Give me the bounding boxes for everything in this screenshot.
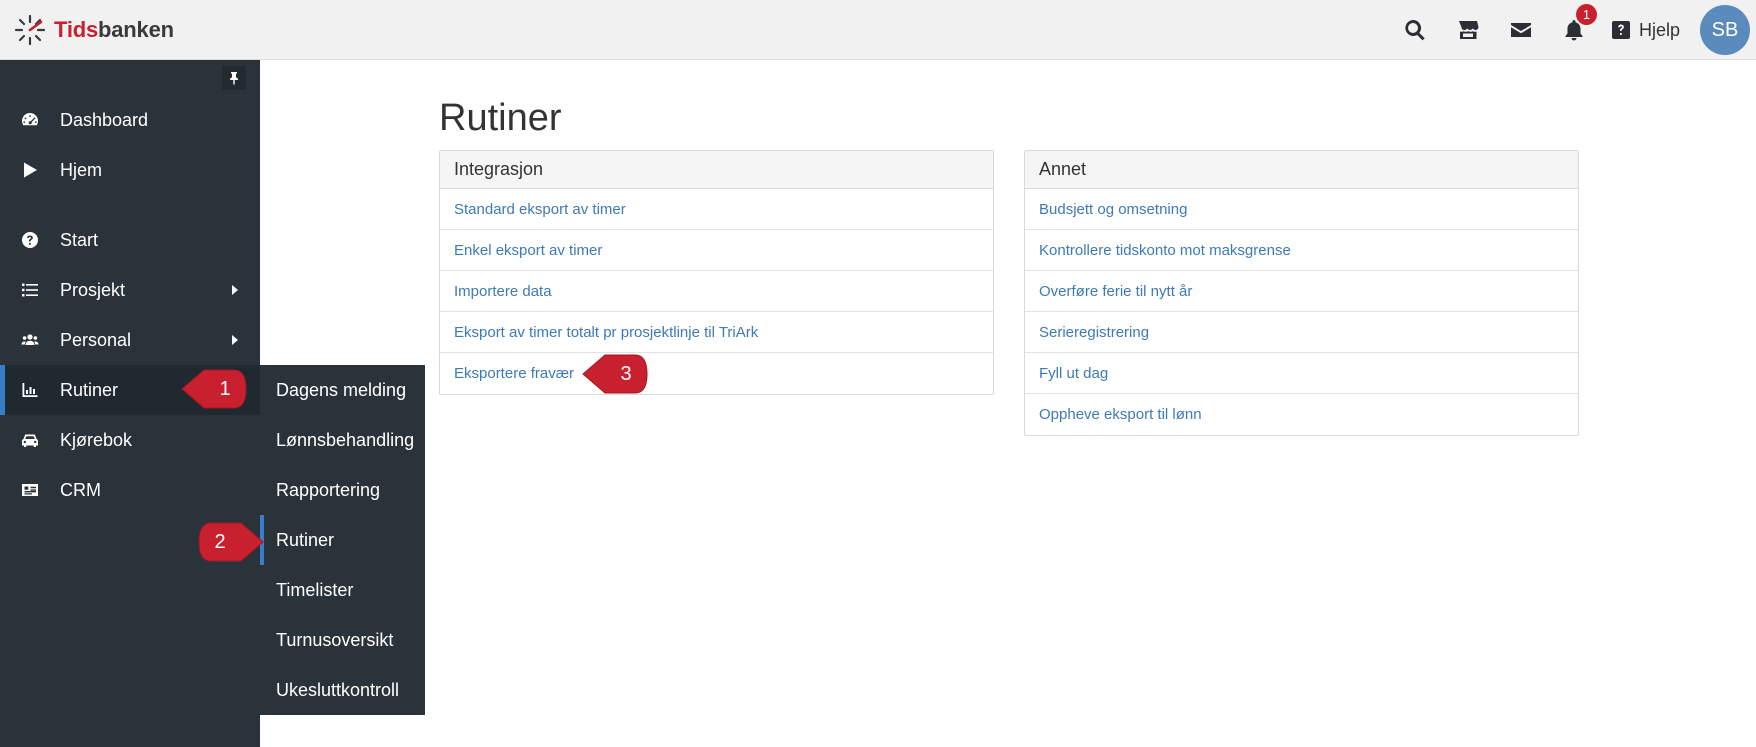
clock-logo-icon [14, 14, 46, 46]
submenu-item-label: Timelister [276, 579, 354, 600]
play-icon [20, 160, 40, 180]
link-kontrollere-tidskonto[interactable]: Kontrollere tidskonto mot maksgrense [1025, 230, 1578, 271]
sidebar-item-label: Prosjekt [60, 279, 126, 300]
link-fyll-ut-dag[interactable]: Fyll ut dag [1025, 353, 1578, 394]
page-title: Rutiner [439, 97, 562, 139]
callout-2: 2 [197, 521, 264, 563]
sidebar-item-label: Rutiner [60, 379, 119, 400]
callout-3: 3 [582, 353, 649, 395]
submenu-item-rutiner[interactable]: Rutiner [260, 515, 425, 565]
store-button[interactable] [1442, 0, 1495, 60]
submenu-item-label: Dagens melding [276, 379, 407, 400]
link-oppheve-eksport[interactable]: Oppheve eksport til lønn [1025, 394, 1578, 435]
top-bar: Tidsbanken 1 Hjelp SB [0, 0, 1756, 60]
panel-heading: Integrasjon [440, 151, 993, 189]
chevron-right-icon [232, 335, 238, 345]
sidebar-item-start[interactable]: Start [0, 215, 260, 265]
callout-number: 3 [620, 362, 632, 385]
link-importere-data[interactable]: Importere data [440, 271, 993, 312]
sidebar-item-crm[interactable]: CRM [0, 465, 260, 515]
help-button[interactable]: Hjelp [1601, 0, 1692, 60]
submenu-item-label: Turnusoversikt [276, 629, 394, 650]
sidebar-item-label: Kjørebok [60, 429, 133, 450]
link-standard-eksport-av-timer[interactable]: Standard eksport av timer [440, 189, 993, 230]
question-circle-icon [20, 230, 40, 250]
callout-number: 2 [214, 530, 226, 553]
thumbtack-icon [230, 72, 238, 85]
chevron-right-icon [232, 285, 238, 295]
submenu-item-timelister[interactable]: Timelister [260, 565, 425, 615]
annet-panel: Annet Budsjett og omsetning Kontrollere … [1024, 150, 1579, 436]
question-square-icon [1611, 21, 1630, 39]
notification-badge: 1 [1575, 4, 1597, 25]
submenu-item-dagens-melding[interactable]: Dagens melding [260, 365, 425, 415]
envelope-icon [1511, 23, 1532, 37]
list-icon [20, 280, 40, 300]
logo-text: Tidsbanken [54, 17, 174, 42]
sidebar-item-prosjekt[interactable]: Prosjekt [0, 265, 260, 315]
link-overfore-ferie[interactable]: Overføre ferie til nytt år [1025, 271, 1578, 312]
submenu-item-rapportering[interactable]: Rapportering [260, 465, 425, 515]
users-icon [20, 330, 40, 350]
sidebar-item-personal[interactable]: Personal [0, 315, 260, 365]
sidebar-item-label: Hjem [60, 159, 103, 180]
top-toolbar: 1 Hjelp SB [1389, 0, 1756, 60]
help-label: Hjelp [1638, 19, 1680, 40]
submenu-item-label: Lønnsbehandling [276, 429, 415, 450]
submenu-item-ukesluttkontroll[interactable]: Ukesluttkontroll [260, 665, 425, 715]
rutiner-submenu: Dagens melding Lønnsbehandling Rapporter… [260, 365, 425, 715]
search-icon [1405, 20, 1426, 41]
link-enkel-eksport-av-timer[interactable]: Enkel eksport av timer [440, 230, 993, 271]
link-eksportere-fravaer[interactable]: Eksportere fravær [440, 353, 993, 394]
link-budsjett-og-omsetning[interactable]: Budsjett og omsetning [1025, 189, 1578, 230]
sidebar-item-label: CRM [60, 479, 101, 500]
submenu-item-label: Ukesluttkontroll [276, 679, 400, 700]
pin-sidebar-button[interactable] [222, 66, 246, 90]
submenu-item-label: Rapportering [276, 479, 381, 500]
submenu-item-lonnsbehandling[interactable]: Lønnsbehandling [260, 415, 425, 465]
sidebar-item-kjorebok[interactable]: Kjørebok [0, 415, 260, 465]
user-avatar[interactable]: SB [1700, 5, 1750, 55]
callout-1: 1 [181, 368, 248, 410]
store-icon [1459, 21, 1479, 39]
id-card-icon [20, 480, 40, 500]
app-logo[interactable]: Tidsbanken [14, 14, 174, 46]
dashboard-icon [20, 110, 40, 130]
car-icon [20, 430, 40, 450]
sidebar-item-hjem[interactable]: Hjem [0, 145, 260, 195]
callout-number: 1 [219, 377, 231, 400]
submenu-item-label: Rutiner [276, 529, 335, 550]
sidebar-item-label: Dashboard [60, 109, 149, 130]
bar-chart-icon [20, 380, 40, 400]
sidebar-item-dashboard[interactable]: Dashboard [0, 95, 260, 145]
link-serieregistrering[interactable]: Serieregistrering [1025, 312, 1578, 353]
integrasjon-panel: Integrasjon Standard eksport av timer En… [439, 150, 994, 395]
sidebar-item-label: Start [60, 229, 99, 250]
notifications-button[interactable]: 1 [1548, 0, 1601, 60]
messages-button[interactable] [1495, 0, 1548, 60]
sidebar-item-label: Personal [60, 329, 132, 350]
search-button[interactable] [1389, 0, 1442, 60]
link-eksport-timer-triark[interactable]: Eksport av timer totalt pr prosjektlinje… [440, 312, 993, 353]
submenu-item-turnusoversikt[interactable]: Turnusoversikt [260, 615, 425, 665]
panel-heading: Annet [1025, 151, 1578, 189]
